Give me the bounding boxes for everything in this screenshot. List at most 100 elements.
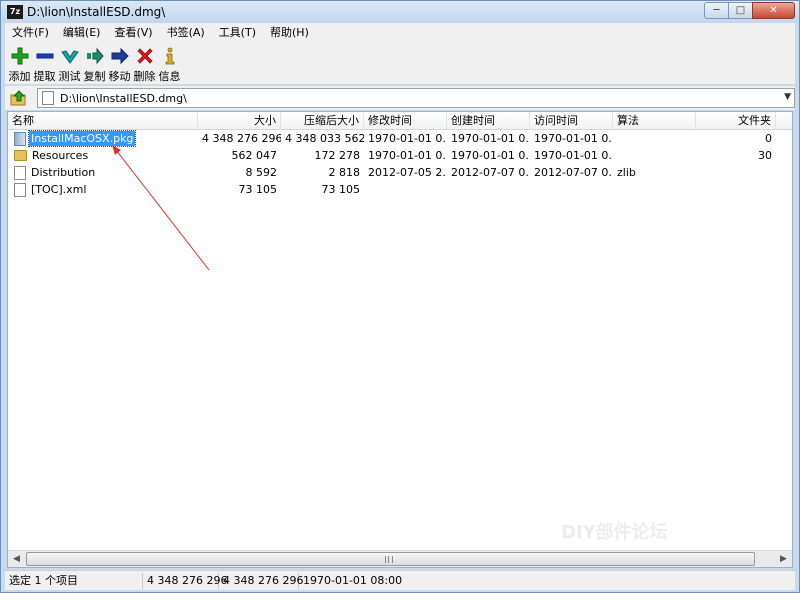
column-header: 名称 大小 压缩后大小 修改时间 创建时间 访问时间 算法 文件夹	[8, 112, 792, 130]
scroll-left-icon[interactable]: ◀	[8, 551, 25, 567]
toolbar: 添加 提取 测试 复制 移动 删除 信息	[5, 43, 795, 85]
file-method	[613, 181, 696, 198]
file-modified: 2012-07-05 2...	[368, 166, 447, 179]
info-icon	[160, 46, 180, 66]
menu-help[interactable]: 帮助(H)	[263, 23, 316, 43]
file-name: InstallMacOSX.pkg	[27, 130, 137, 147]
file-list[interactable]: 名称 大小 压缩后大小 修改时间 创建时间 访问时间 算法 文件夹 Instal…	[7, 111, 793, 568]
info-label: 信息	[158, 70, 181, 83]
close-button[interactable]: ✕	[752, 2, 795, 19]
file-method: zlib	[617, 166, 636, 179]
info-button[interactable]: 信息	[157, 43, 182, 84]
table-row[interactable]: Distribution 8 592 2 818 2012-07-05 2...…	[8, 164, 792, 181]
folder-icon	[14, 150, 27, 161]
file-modified	[364, 181, 447, 198]
column-packed-size[interactable]: 压缩后大小	[281, 112, 364, 130]
column-folders[interactable]: 文件夹	[696, 112, 776, 130]
status-bar: 选定 1 个项目 4 348 276 296 4 348 276 296 197…	[5, 570, 795, 590]
extract-label: 提取	[33, 70, 56, 83]
table-row[interactable]: [TOC].xml 73 105 73 105	[8, 181, 792, 198]
file-accessed: 1970-01-01 0...	[534, 149, 613, 162]
column-accessed[interactable]: 访问时间	[530, 112, 613, 130]
package-icon	[14, 131, 26, 146]
address-field[interactable]: D:\lion\InstallESD.dmg\ ▼	[37, 88, 795, 108]
file-size: 4 348 276 296	[202, 132, 281, 145]
table-row[interactable]: Resources 562 047 172 278 1970-01-01 0..…	[8, 147, 792, 164]
copy-icon	[85, 46, 105, 66]
extract-icon	[35, 46, 55, 66]
copy-button[interactable]: 复制	[82, 43, 107, 84]
watermark: DIY部件论坛	[561, 522, 668, 543]
file-folders: 0	[765, 132, 772, 145]
delete-label: 删除	[133, 70, 156, 83]
file-method	[613, 130, 696, 147]
delete-button[interactable]: 删除	[132, 43, 157, 84]
address-bar: D:\lion\InstallESD.dmg\ ▼	[5, 86, 795, 110]
up-folder-button[interactable]	[9, 89, 29, 107]
move-label: 移动	[108, 70, 131, 83]
horizontal-scrollbar[interactable]: ◀ ▶	[8, 550, 792, 567]
document-icon	[14, 165, 26, 180]
title-bar[interactable]: 7z D:\lion\InstallESD.dmg\ ─ □ ✕	[1, 1, 799, 23]
menu-bookmarks[interactable]: 书签(A)	[160, 23, 212, 43]
status-total: 4 348 276 296	[219, 573, 303, 589]
column-name[interactable]: 名称	[8, 112, 198, 130]
file-packed-size: 2 818	[328, 166, 361, 179]
minimize-button[interactable]: ─	[704, 2, 729, 19]
file-size: 562 047	[231, 149, 278, 162]
maximize-button[interactable]: □	[728, 2, 753, 19]
column-created[interactable]: 创建时间	[447, 112, 530, 130]
move-button[interactable]: 移动	[107, 43, 132, 84]
menu-tools[interactable]: 工具(T)	[212, 23, 263, 43]
move-icon	[110, 46, 130, 66]
file-created	[447, 181, 530, 198]
grip-icon	[385, 556, 393, 563]
status-size: 4 348 276 296	[143, 573, 227, 589]
file-accessed	[530, 181, 613, 198]
file-modified: 1970-01-01 0...	[368, 132, 447, 145]
window-controls: ─ □ ✕	[704, 2, 795, 20]
file-accessed: 2012-07-07 0...	[534, 166, 613, 179]
add-button[interactable]: 添加	[7, 43, 32, 84]
add-label: 添加	[8, 70, 31, 83]
file-created: 1970-01-01 0...	[451, 149, 530, 162]
status-date: 1970-01-01 08:00	[303, 574, 403, 587]
window-title: D:\lion\InstallESD.dmg\	[27, 5, 166, 19]
copy-label: 复制	[83, 70, 106, 83]
file-name: Resources	[32, 149, 89, 162]
menu-bar: 文件(F) 编辑(E) 查看(V) 书签(A) 工具(T) 帮助(H)	[5, 23, 795, 43]
status-selection: 选定 1 个项目	[5, 573, 143, 589]
column-method[interactable]: 算法	[613, 112, 696, 130]
7zip-app-icon: 7z	[7, 5, 23, 19]
scroll-thumb[interactable]	[26, 552, 755, 566]
extract-button[interactable]: 提取	[32, 43, 57, 84]
file-packed-size: 73 105	[321, 183, 361, 196]
close-icon: ✕	[769, 5, 778, 16]
menu-view[interactable]: 查看(V)	[107, 23, 159, 43]
delete-icon	[135, 46, 155, 66]
file-name: [TOC].xml	[31, 183, 87, 196]
file-packed-size: 172 278	[314, 149, 361, 162]
minimize-icon: ─	[713, 5, 720, 16]
address-path: D:\lion\InstallESD.dmg\	[60, 92, 187, 105]
menu-edit[interactable]: 编辑(E)	[56, 23, 108, 43]
chevron-down-icon[interactable]: ▼	[784, 92, 791, 102]
file-icon	[42, 91, 54, 105]
menu-file[interactable]: 文件(F)	[5, 23, 56, 43]
test-label: 测试	[58, 70, 81, 83]
file-modified: 1970-01-01 0...	[368, 149, 447, 162]
test-icon	[60, 46, 80, 66]
add-icon	[10, 46, 30, 66]
column-size[interactable]: 大小	[198, 112, 281, 130]
up-folder-icon	[10, 90, 26, 106]
file-created: 2012-07-07 0...	[451, 166, 530, 179]
test-button[interactable]: 测试	[57, 43, 82, 84]
column-modified[interactable]: 修改时间	[364, 112, 447, 130]
file-size: 8 592	[245, 166, 278, 179]
file-size: 73 105	[238, 183, 278, 196]
file-folders: 30	[758, 149, 772, 162]
file-name: Distribution	[31, 166, 96, 179]
table-row[interactable]: InstallMacOSX.pkg 4 348 276 296 4 348 03…	[8, 130, 792, 147]
scroll-right-icon[interactable]: ▶	[775, 551, 792, 567]
file-packed-size: 4 348 033 562	[285, 132, 364, 145]
